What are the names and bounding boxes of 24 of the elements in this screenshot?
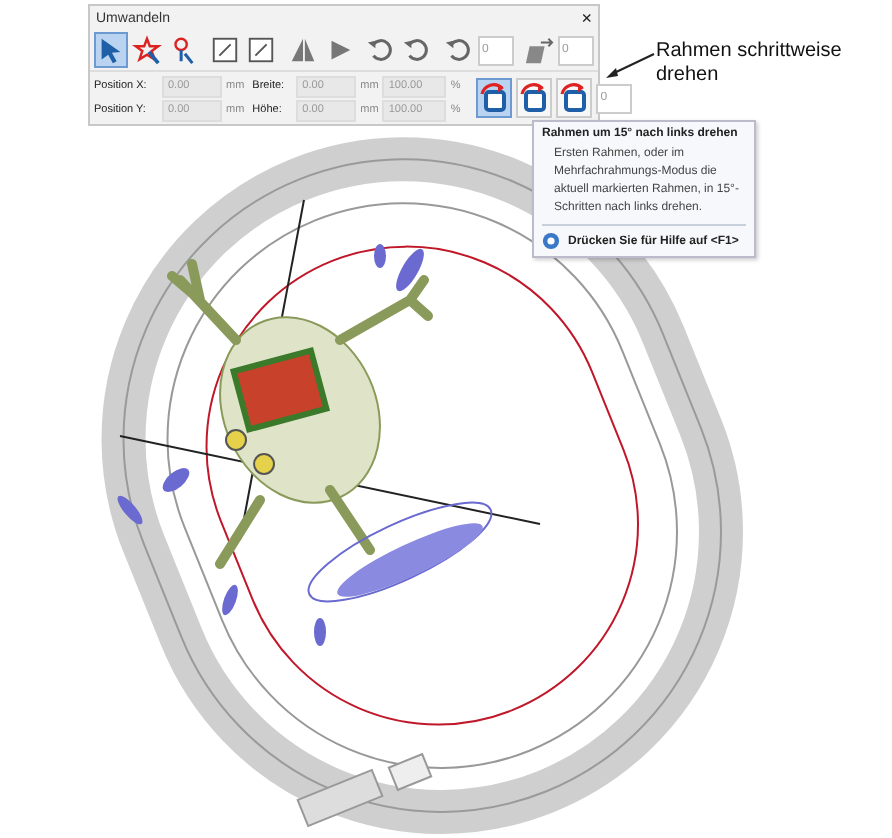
rotate-frame-icon <box>518 82 551 114</box>
help-icon <box>542 232 560 250</box>
rotate-frame-icon <box>558 82 591 114</box>
rotate-icon <box>366 34 396 66</box>
rotate-frame-button[interactable] <box>556 78 593 118</box>
close-button[interactable]: × <box>581 8 592 28</box>
callout-text: Rahmen schrittweise drehen <box>656 40 844 88</box>
pin-icon <box>168 34 198 66</box>
square-tool-button[interactable] <box>208 32 242 68</box>
triangle-icon <box>288 34 318 66</box>
rotate-frame-button[interactable] <box>476 78 513 118</box>
star-tool-button[interactable] <box>130 32 164 68</box>
skew-icon <box>524 34 554 66</box>
rotate-frame-button[interactable] <box>516 78 553 118</box>
arrow-tool-button[interactable] <box>94 32 128 68</box>
rotate-icon <box>402 34 432 66</box>
rotate-icon <box>444 34 474 66</box>
rotate-frame-icon <box>478 82 511 114</box>
square-tool-button[interactable] <box>244 32 278 68</box>
square-icon <box>246 34 276 66</box>
star-icon <box>132 34 162 66</box>
square-icon <box>210 34 240 66</box>
leader-line <box>604 52 656 80</box>
arrow-icon <box>96 34 126 66</box>
